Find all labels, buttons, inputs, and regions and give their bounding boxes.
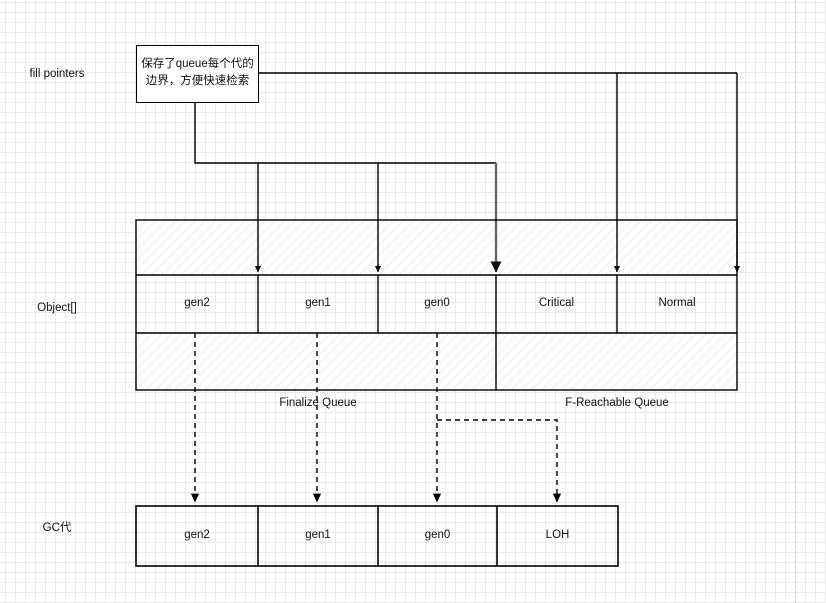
- diagram-canvas: 保存了queue每个代的 边界，方便快速检索 fill pointers Obj…: [0, 0, 826, 603]
- label-object-array: Object[]: [37, 302, 77, 314]
- fill-pointer-note-text: 保存了queue每个代的 边界，方便快速检索: [138, 56, 257, 89]
- label-finalize-queue: Finalize Queue: [279, 397, 357, 409]
- object-array-cell-gen2: gen2: [184, 297, 210, 309]
- object-array-cell-normal: Normal: [658, 297, 696, 309]
- label-f-reachable-queue: F-Reachable Queue: [565, 397, 669, 409]
- object-array-cell-gen1: gen1: [305, 297, 331, 309]
- fill-pointer-note-line-1: 保存了queue每个代的: [141, 58, 254, 70]
- gc-cell-gen2: gen2: [184, 529, 210, 541]
- object-array-cell-critical: Critical: [538, 297, 575, 309]
- label-gc-generations: GC代: [42, 522, 72, 534]
- gc-cell-gen1: gen1: [305, 529, 331, 541]
- label-fill-pointers: fill pointers: [29, 68, 85, 80]
- fill-pointer-note-line-2: 边界，方便快速检索: [145, 74, 250, 87]
- gc-cell-gen0: gen0: [424, 529, 451, 541]
- gc-cell-loh: LOH: [545, 529, 570, 541]
- object-array-cell-gen0: gen0: [424, 297, 450, 309]
- fill-pointer-connectors: [194, 72, 737, 164]
